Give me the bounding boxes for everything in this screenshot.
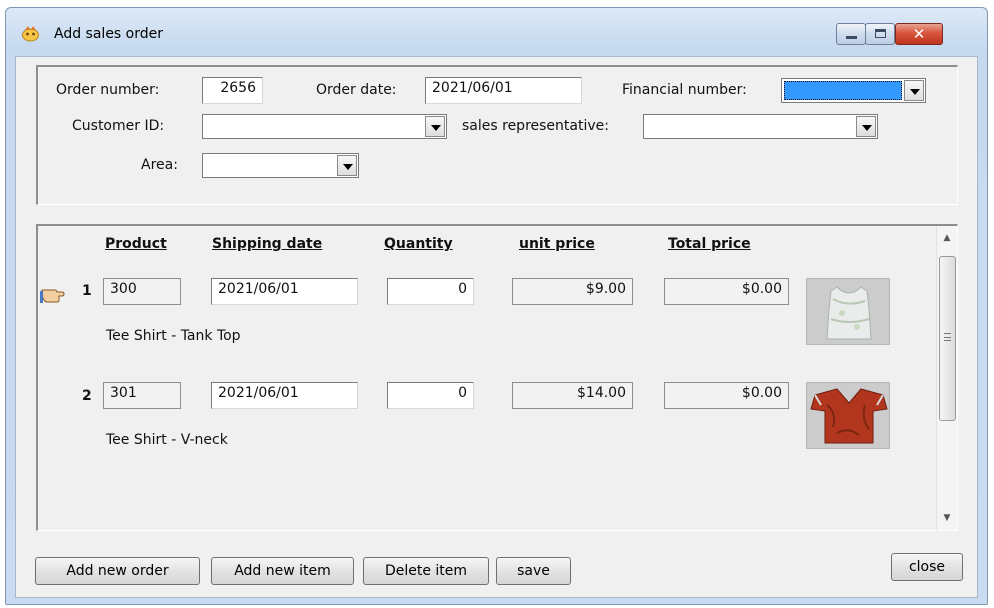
shipping-date-field[interactable]: 2021/06/01 — [211, 382, 358, 409]
total-price-field: $0.00 — [664, 278, 789, 305]
row-number: 1 — [82, 283, 92, 299]
minimize-button[interactable] — [836, 23, 866, 45]
product-description: Tee Shirt - V-neck — [106, 432, 228, 448]
sales-rep-label: sales representative: — [462, 118, 609, 134]
unit-price-field: $9.00 — [512, 278, 633, 305]
quantity-field[interactable]: 0 — [387, 382, 474, 409]
chevron-down-icon[interactable] — [425, 116, 445, 137]
scroll-down-icon[interactable]: ▼ — [937, 508, 957, 528]
shipping-date-field[interactable]: 2021/06/01 — [211, 278, 358, 305]
quantity-field[interactable]: 0 — [387, 278, 474, 305]
current-row-pointer-icon — [40, 289, 65, 303]
order-date-label: Order date: — [316, 82, 397, 98]
area-select[interactable] — [202, 153, 359, 178]
maximize-button[interactable] — [865, 23, 895, 45]
product-image[interactable] — [806, 382, 890, 449]
add-new-order-button[interactable]: Add new order — [35, 557, 200, 585]
column-header-total-price: Total price — [668, 236, 751, 252]
window-close-button[interactable]: ✕ — [895, 23, 943, 45]
app-window: Add sales order ✕ Order number: 2656 Ord… — [5, 7, 988, 605]
area-label: Area: — [141, 157, 178, 173]
row-number: 2 — [82, 388, 92, 404]
financial-number-select[interactable] — [781, 78, 926, 103]
product-image[interactable] — [806, 278, 890, 345]
order-items-panel: Product Shipping date Quantity unit pric… — [36, 224, 958, 531]
product-description: Tee Shirt - Tank Top — [106, 328, 241, 344]
order-number-label: Order number: — [56, 82, 160, 98]
minimize-icon — [846, 36, 857, 39]
order-number-field[interactable]: 2656 — [202, 77, 263, 104]
save-button[interactable]: save — [496, 557, 571, 585]
chevron-down-icon[interactable] — [904, 80, 924, 101]
form-content: Order number: 2656 Order date: 2021/06/0… — [15, 56, 978, 598]
delete-item-button[interactable]: Delete item — [363, 557, 489, 585]
product-field[interactable]: 300 — [103, 278, 181, 305]
title-bar[interactable]: Add sales order ✕ — [6, 8, 987, 56]
total-price-field: $0.00 — [664, 382, 789, 409]
vneck-shirt-icon — [810, 388, 888, 444]
chevron-down-icon[interactable] — [337, 155, 357, 176]
scrollbar-thumb[interactable] — [939, 256, 956, 421]
order-date-field[interactable]: 2021/06/01 — [425, 77, 582, 104]
sales-rep-select[interactable] — [643, 114, 878, 139]
customer-id-label: Customer ID: — [72, 118, 165, 134]
tank-top-shirt-icon — [826, 286, 872, 340]
financial-number-value — [784, 81, 902, 100]
column-header-quantity: Quantity — [384, 236, 453, 252]
grip-icon — [944, 333, 951, 341]
column-header-unit-price: unit price — [519, 236, 595, 252]
column-header-product: Product — [105, 236, 167, 252]
maximize-icon — [875, 29, 886, 38]
add-new-item-button[interactable]: Add new item — [211, 557, 354, 585]
chevron-down-icon[interactable] — [856, 116, 876, 137]
scroll-up-icon[interactable]: ▲ — [937, 228, 957, 248]
order-header-panel: Order number: 2656 Order date: 2021/06/0… — [36, 65, 958, 205]
product-field[interactable]: 301 — [103, 382, 181, 409]
close-icon: ✕ — [912, 25, 926, 43]
app-icon — [22, 26, 39, 42]
customer-id-select[interactable] — [202, 114, 447, 139]
vertical-scrollbar[interactable]: ▲ ▼ — [936, 226, 957, 530]
window-title: Add sales order — [54, 26, 164, 42]
financial-number-label: Financial number: — [622, 82, 747, 98]
unit-price-field: $14.00 — [512, 382, 633, 409]
close-button[interactable]: close — [891, 553, 963, 581]
column-header-shipping-date: Shipping date — [212, 236, 323, 252]
